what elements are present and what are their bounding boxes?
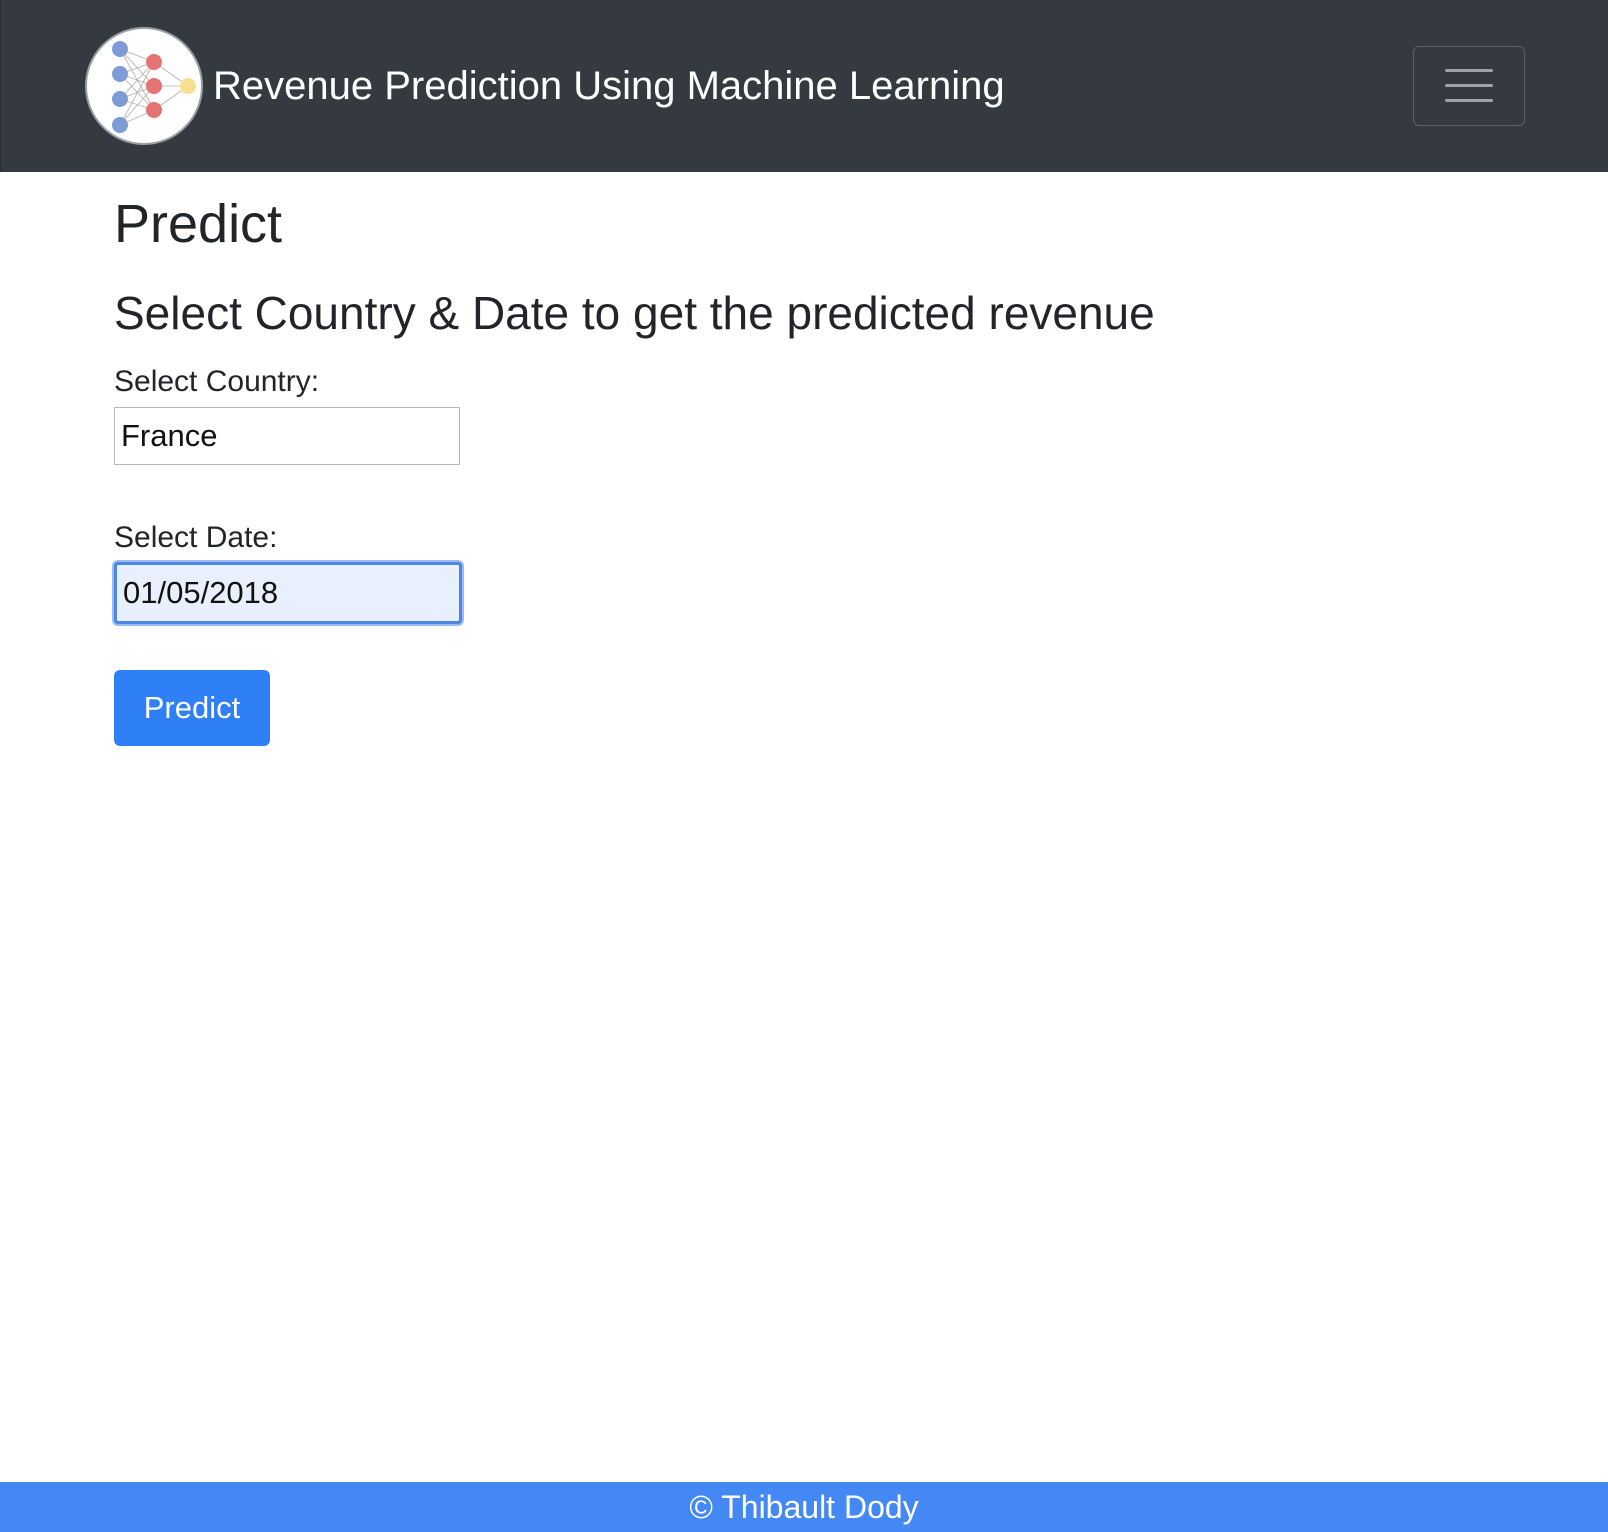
brand-link[interactable]: Revenue Prediction Using Machine Learnin… [85, 26, 1005, 146]
navbar-toggle-button[interactable] [1413, 46, 1525, 126]
copyright-text: © Thibault Dody [689, 1489, 919, 1525]
predict-button[interactable]: Predict [114, 670, 270, 746]
date-label: Select Date: [114, 521, 278, 554]
country-input[interactable] [114, 407, 460, 465]
app-title: Revenue Prediction Using Machine Learnin… [213, 64, 1005, 108]
hamburger-menu-icon [1445, 68, 1493, 104]
top-navbar: Revenue Prediction Using Machine Learnin… [0, 0, 1608, 172]
page: Revenue Prediction Using Machine Learnin… [0, 0, 1608, 1532]
neural-network-icon [85, 27, 203, 145]
form-instructions: Select Country & Date to get the predict… [114, 287, 1155, 339]
date-input[interactable] [114, 562, 462, 624]
page-title: Predict [114, 194, 283, 254]
footer: © Thibault Dody [0, 1482, 1608, 1532]
country-label: Select Country: [114, 365, 320, 398]
